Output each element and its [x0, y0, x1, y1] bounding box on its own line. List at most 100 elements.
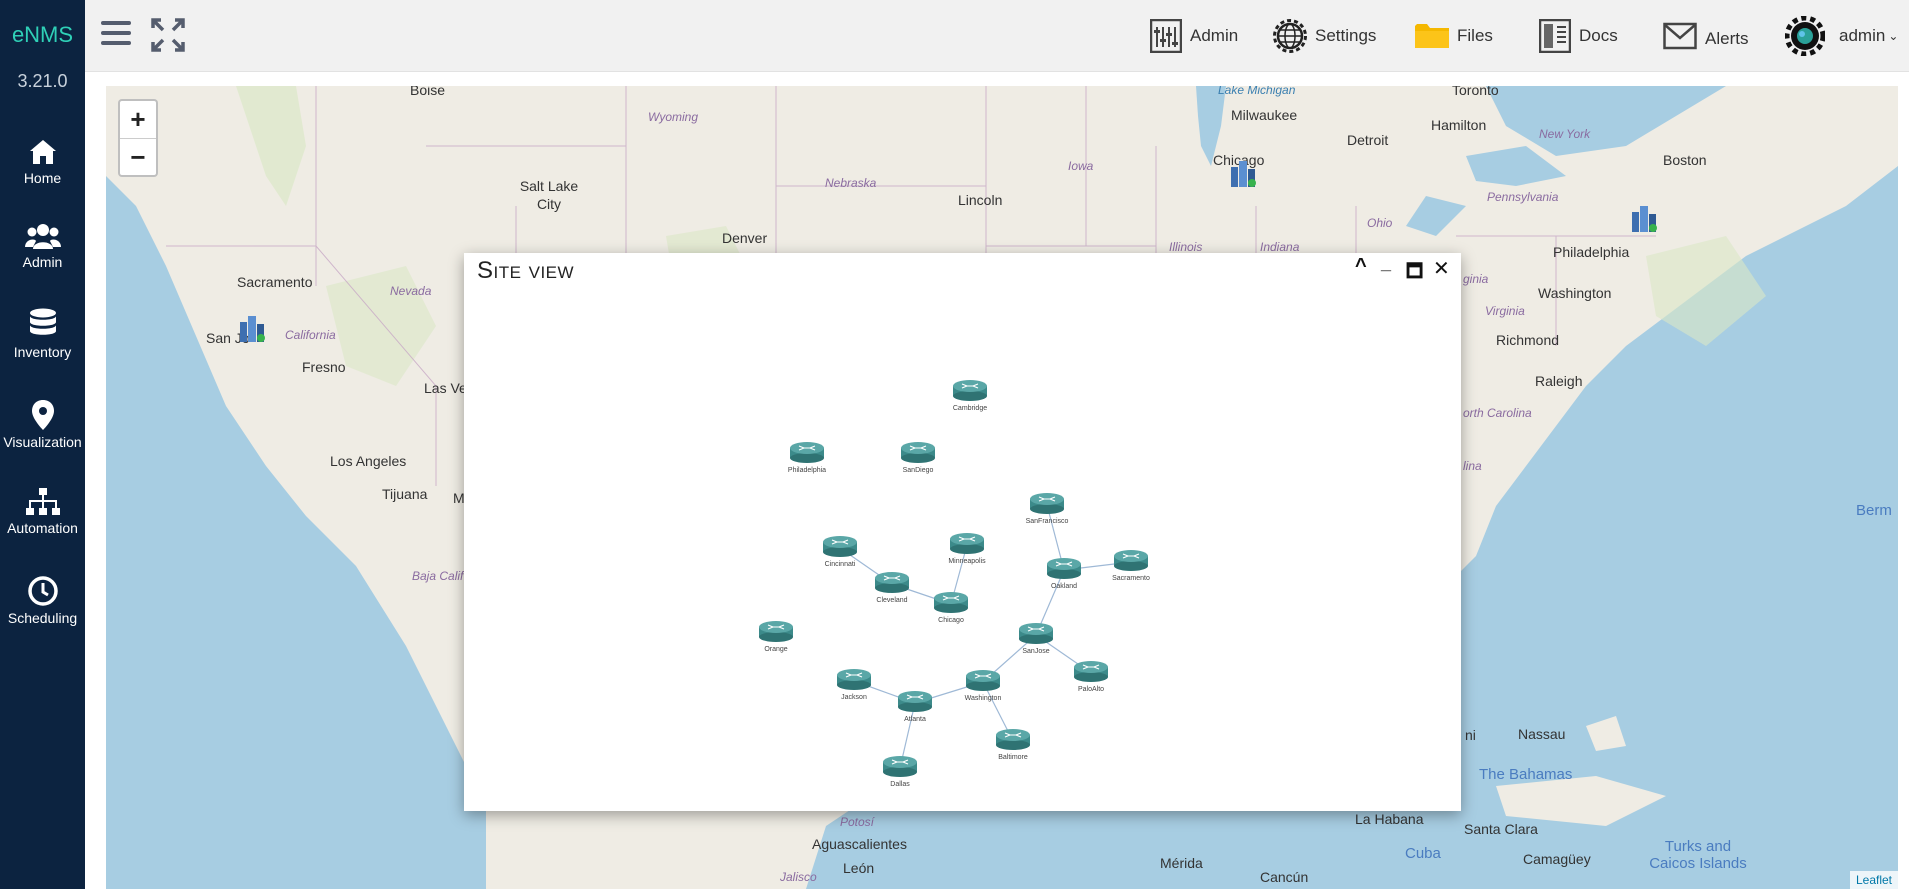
router-node-label: Baltimore [998, 754, 1028, 761]
router-node[interactable]: Cincinnati [823, 536, 857, 568]
app-version: 3.21.0 [17, 71, 68, 91]
topbar-admin-label: Admin [1190, 26, 1239, 45]
sidebar-item-inventory[interactable]: Inventory [0, 308, 85, 360]
router-node-label: Cambridge [953, 405, 987, 412]
zoom-control: + − [118, 99, 158, 177]
map-label: Fresno [302, 359, 346, 375]
router-node[interactable]: Minneapolis [948, 533, 986, 565]
map-label: Toronto [1452, 86, 1499, 98]
map-label: Cuba [1405, 845, 1441, 862]
router-node[interactable]: Chicago [934, 592, 968, 624]
map-label: Las Ve [424, 380, 467, 396]
map-label: Potosí [840, 815, 875, 829]
minimize-button[interactable]: _ [1381, 253, 1391, 274]
map-label: La Habana [1355, 811, 1424, 827]
map-label: Hamilton [1431, 117, 1487, 133]
map-label: Nevada [390, 284, 432, 298]
fullscreen-icon[interactable] [151, 18, 185, 52]
router-node-label: Minneapolis [948, 558, 986, 565]
router-node-label: SanFrancisco [1026, 518, 1069, 525]
map-label: Virginia [1485, 304, 1525, 318]
close-button[interactable]: ✕ [1433, 256, 1450, 281]
topbar-files-button[interactable]: Files [1415, 14, 1493, 58]
map-label: Washington [1538, 285, 1612, 301]
map-label: ginia [1463, 272, 1489, 286]
site-marker-new-york[interactable] [1629, 204, 1659, 234]
router-node[interactable]: Orange [759, 621, 793, 653]
router-node[interactable]: Washington [965, 670, 1002, 702]
map-label: Philadelphia [1553, 244, 1630, 260]
hamburger-menu-icon[interactable] [101, 18, 131, 48]
topbar-docs-button[interactable]: Docs [1539, 14, 1618, 58]
topbar-settings-button[interactable]: Settings [1273, 14, 1376, 58]
router-node-label: Jackson [841, 694, 867, 701]
router-node[interactable]: Cambridge [953, 380, 987, 412]
map-label: orth Carolina [1463, 406, 1532, 420]
map-label: The Bahamas [1479, 766, 1573, 783]
map-label: Illinois [1169, 240, 1203, 254]
map-label: Ohio [1367, 216, 1393, 230]
sidebar-item-scheduling[interactable]: Scheduling [0, 576, 85, 626]
users-icon [24, 224, 61, 249]
router-node-label: SanDiego [903, 467, 934, 474]
topbar-settings-label: Settings [1315, 26, 1377, 45]
brand-name[interactable]: eNMS [0, 22, 85, 48]
router-node-label: Orange [764, 646, 787, 653]
sidebar-item-admin[interactable]: Admin [0, 222, 85, 270]
network-graph[interactable]: Cambridge Philadelphia SanDiego SanFrancisc… [464, 293, 1461, 811]
router-node[interactable]: PaloAlto [1074, 661, 1108, 693]
router-node[interactable]: Cleveland [875, 572, 909, 604]
topbar-files-label: Files [1457, 26, 1493, 45]
sidebar-item-label: Automation [7, 520, 78, 536]
maximize-button[interactable]: 🗖 [1406, 259, 1423, 289]
map-label: Boise [410, 86, 446, 98]
sidebar-item-label: Visualization [3, 434, 82, 450]
sidebar-item-automation[interactable]: Automation [0, 488, 85, 536]
database-icon [29, 308, 56, 335]
map-label: Los Angeles [330, 453, 407, 469]
site-marker-san-jose[interactable] [237, 314, 267, 344]
router-node[interactable]: Atlanta [898, 691, 932, 723]
sidebar-item-label: Admin [22, 254, 63, 270]
router-node[interactable]: Jackson [837, 669, 871, 701]
map-label: Salt Lake City [519, 178, 579, 212]
router-node[interactable]: Baltimore [996, 729, 1030, 761]
sidebar-item-label: Home [23, 170, 62, 186]
router-node-label: Atlanta [904, 716, 926, 723]
router-node[interactable]: Sacramento [1112, 550, 1150, 582]
map-label: Lincoln [958, 192, 1003, 208]
user-menu[interactable]: admin ⌄ [1785, 14, 1898, 58]
sidebar-item-home[interactable]: Home [0, 138, 85, 186]
collapse-button[interactable]: ^ [1355, 255, 1367, 278]
map-label: Iowa [1068, 159, 1094, 173]
router-node[interactable]: Oakland [1047, 558, 1081, 590]
map-attribution-link[interactable]: Leaflet [1849, 871, 1898, 889]
map-label: Aguascalientes [812, 836, 907, 852]
map-label: Detroit [1347, 132, 1389, 148]
map-label: Jalisco [780, 870, 817, 884]
map-marker-icon [31, 400, 54, 430]
zoom-in-button[interactable]: + [120, 101, 156, 138]
router-node[interactable]: SanDiego [901, 442, 935, 474]
router-node[interactable]: SanJose [1019, 623, 1053, 655]
router-node[interactable]: SanFrancisco [1026, 493, 1069, 525]
router-node-label: Sacramento [1112, 575, 1150, 582]
router-node-label: PaloAlto [1078, 686, 1104, 693]
map-label: Nebraska [825, 176, 877, 190]
top-bar: Admin Settings Files Docs Alerts admin ⌄ [85, 0, 1909, 72]
map-label: Cancún [1260, 869, 1309, 885]
topbar-alerts-button[interactable]: Alerts [1663, 14, 1748, 58]
router-node[interactable]: Dallas [883, 756, 917, 788]
docs-icon [1539, 19, 1571, 53]
map-label: León [843, 860, 875, 876]
map-label: California [285, 328, 336, 342]
router-node[interactable]: Philadelphia [788, 442, 826, 474]
topbar-admin-button[interactable]: Admin [1150, 14, 1238, 58]
zoom-out-button[interactable]: − [120, 138, 156, 175]
folder-icon [1415, 24, 1449, 48]
admin-panel-icon [1150, 19, 1182, 53]
map-label: Richmond [1496, 332, 1560, 348]
sidebar-item-visualization[interactable]: Visualization [0, 400, 85, 450]
site-marker-chicago[interactable] [1228, 159, 1258, 189]
map-label: New York [1539, 127, 1591, 141]
